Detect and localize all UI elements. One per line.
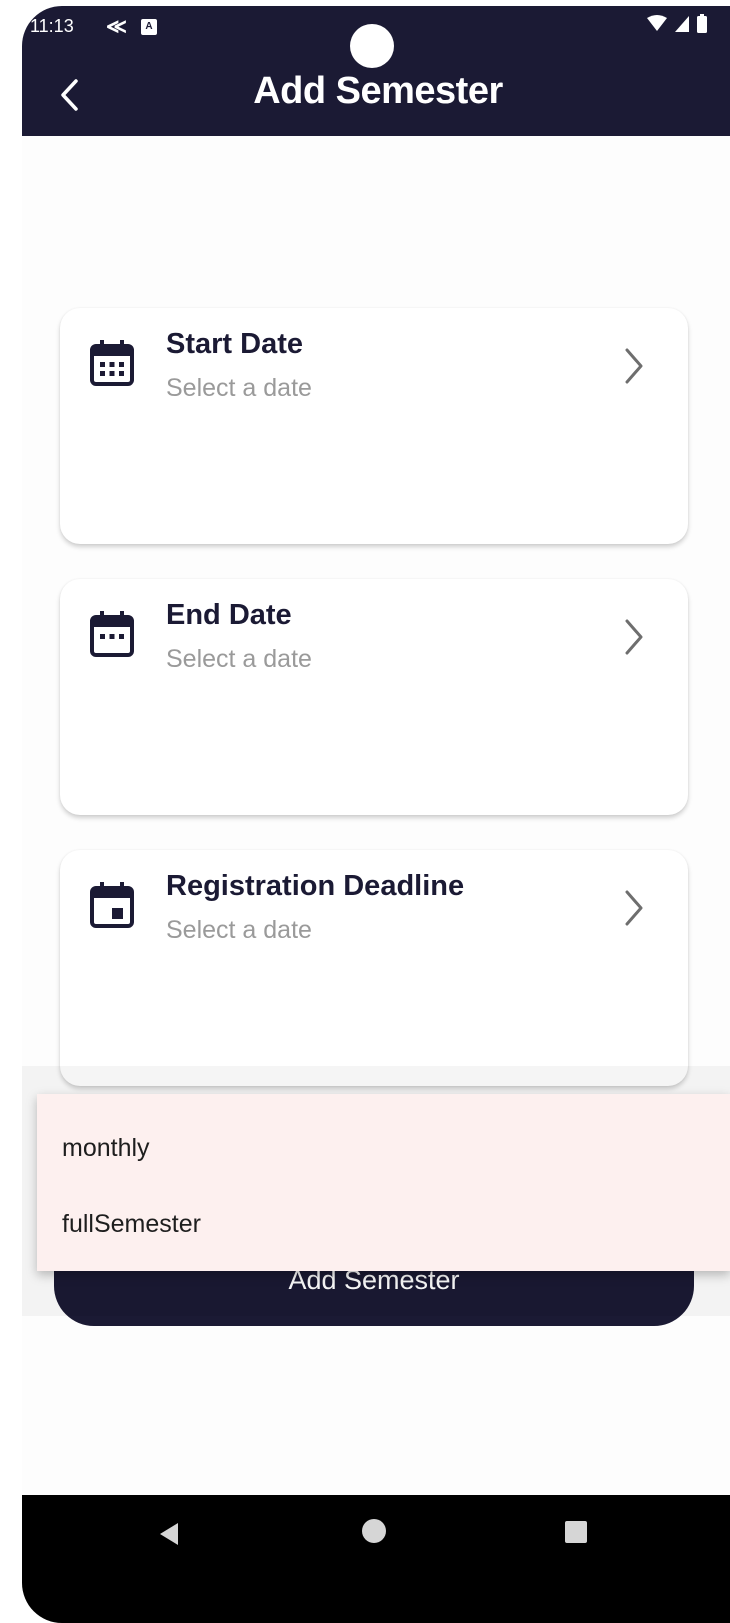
plan-type-dropdown-menu: monthly fullSemester (37, 1094, 730, 1271)
calendar-event-icon (90, 882, 134, 928)
start-date-card[interactable]: Start Date Select a date (60, 308, 688, 544)
phone-screen: 11:13 ≪ A Add Semester Start Date Select… (22, 6, 730, 1623)
system-nav-bar (22, 1495, 730, 1623)
calendar-dots-icon (90, 611, 134, 657)
camera-cutout (350, 24, 394, 68)
dropdown-option-full-semester[interactable]: fullSemester (62, 1210, 201, 1239)
card-subtitle: Select a date (166, 374, 312, 402)
app-bar: 11:13 ≪ A Add Semester (22, 6, 730, 136)
card-subtitle: Select a date (166, 645, 312, 673)
status-system-icons (646, 14, 708, 34)
nav-back-icon[interactable] (158, 1521, 180, 1547)
card-subtitle: Select a date (166, 916, 312, 944)
registration-deadline-card[interactable]: Registration Deadline Select a date (60, 850, 688, 1086)
chevron-right-icon (625, 890, 643, 926)
dropdown-option-monthly[interactable]: monthly (62, 1134, 150, 1163)
nav-home-icon[interactable] (362, 1519, 386, 1543)
signal-icon (675, 16, 689, 32)
chevron-right-icon (625, 348, 643, 384)
chevron-right-icon (625, 619, 643, 655)
card-title: Registration Deadline (166, 870, 465, 902)
nav-recents-icon[interactable] (565, 1521, 587, 1543)
battery-icon (697, 14, 707, 33)
wifi-icon (647, 15, 667, 31)
card-title: Start Date (166, 328, 303, 360)
status-time: 11:13 (30, 16, 74, 36)
status-notification-icons: ≪ A (106, 14, 157, 39)
calendar-grid-icon (90, 340, 134, 386)
card-title: End Date (166, 599, 292, 631)
app-notification-icon: A (140, 18, 157, 35)
flutter-icon: ≪ (106, 16, 127, 38)
page-title: Add Semester (253, 70, 503, 112)
end-date-card[interactable]: End Date Select a date (60, 579, 688, 815)
